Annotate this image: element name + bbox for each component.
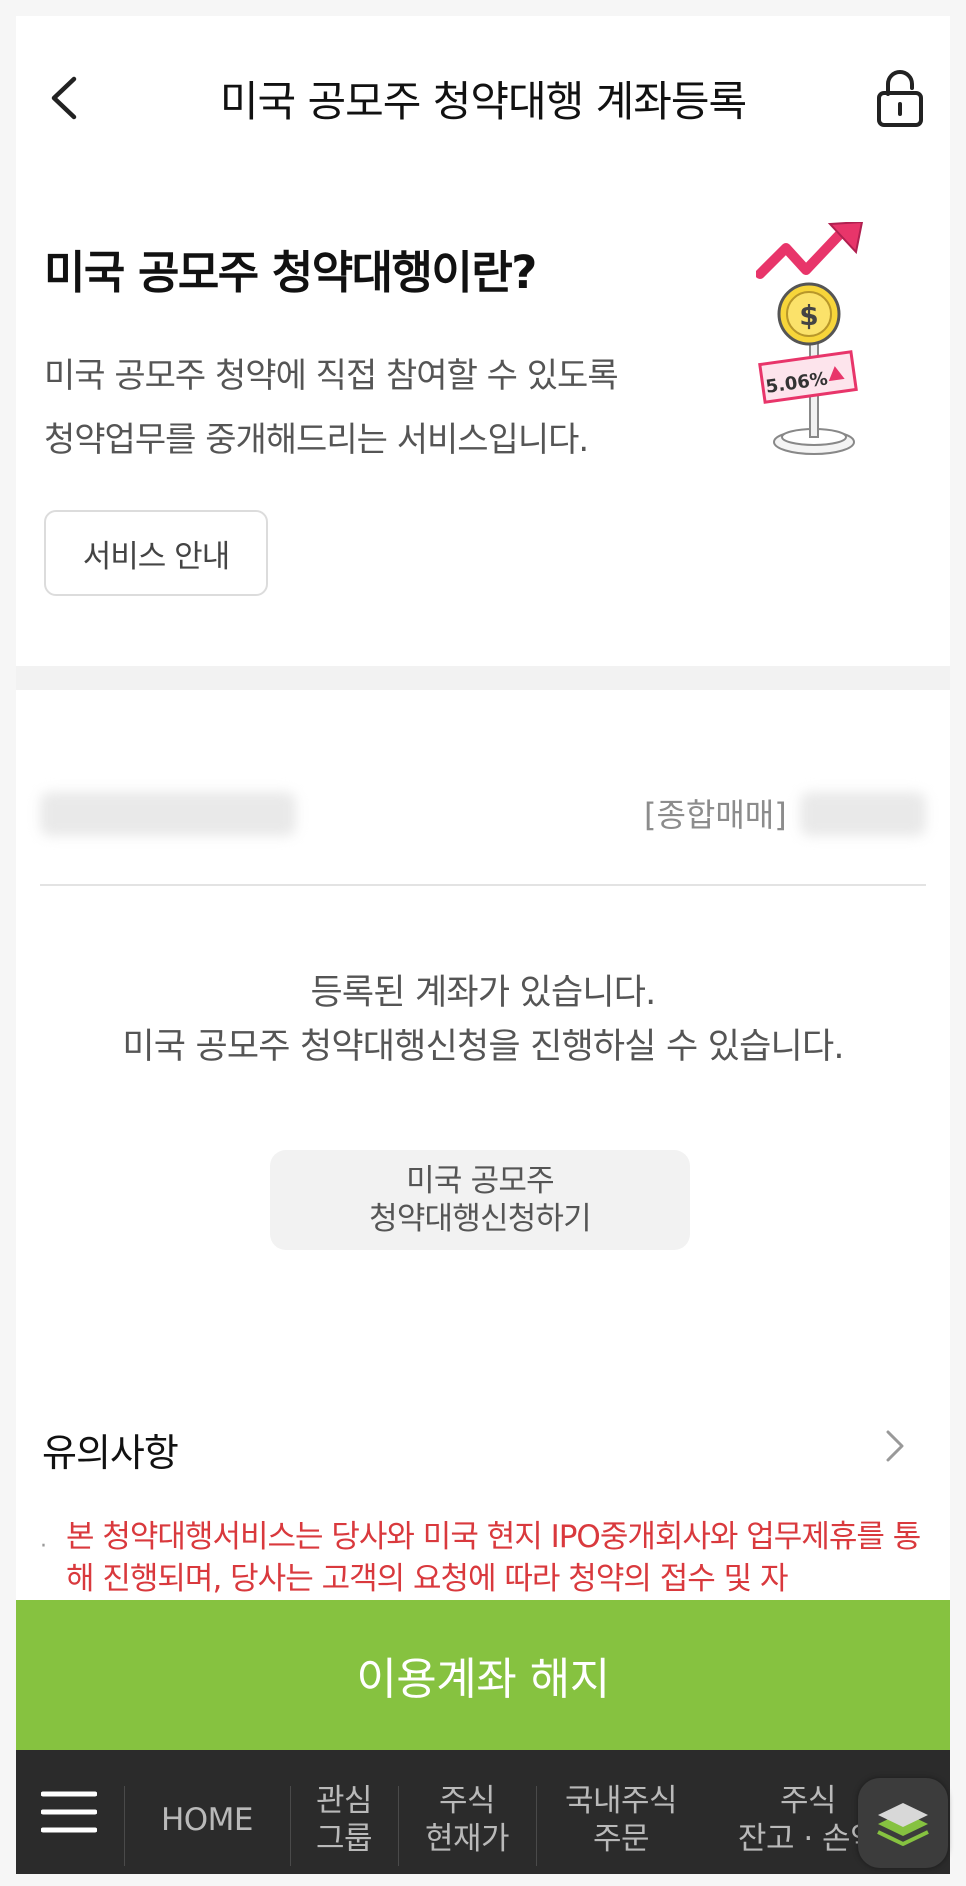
nav-separator [124,1786,125,1866]
page-title: 미국 공모주 청약대행 계좌등록 [219,77,747,126]
intro-title: 미국 공모주 청약대행이란? [44,246,537,299]
nav-item-label: 주문 [592,1821,650,1857]
masked-account-name [800,792,926,836]
frame-border-top [0,0,966,16]
nav-item-label: 주식 [779,1783,837,1819]
lock-icon [877,70,923,127]
notice-section-header[interactable]: 유의사항 [16,1410,950,1480]
apply-button-line: 청약대행신청하기 [369,1201,592,1237]
terminate-account-button[interactable]: 이용계좌 해지 [16,1600,950,1750]
section-divider [16,666,950,690]
nav-item-label: 관심 [315,1783,373,1819]
registered-account-row: [종합매매] [40,780,926,850]
chevron-right-icon [880,1426,910,1466]
layers-icon [877,1803,929,1846]
notice-body: · 본 청약대행서비스는 당사와 미국 현지 IPO중개회사와 업무제휴를 통해… [16,1516,950,1600]
frame-border-bottom [0,1874,966,1886]
notice-bullet: · [40,1534,47,1559]
account-type-label: [종합매매] [644,796,787,834]
frame-border-right [950,0,966,1886]
nav-separator [290,1786,291,1866]
registration-status-message: 등록된 계좌가 있습니다. 미국 공모주 청약대행신청을 진행하실 수 있습니다… [16,966,950,1074]
lock-button[interactable] [868,62,932,134]
nav-item-watchlist[interactable]: 관심 그룹 [292,1750,396,1874]
account-divider-line [40,884,926,886]
frame-border-left [0,0,16,1886]
layers-floating-button[interactable] [858,1778,948,1868]
app-screen: 미국 공모주 청약대행 계좌등록 미국 공모주 청약대행이란? 미국 공모주 청… [0,0,966,1886]
notice-title: 유의사항 [42,1431,179,1475]
bottom-navigation: HOME 관심 그룹 주식 현재가 국내주식 주문 주식 잔고 · 손익 [16,1750,950,1874]
apply-subscription-button[interactable]: 미국 공모주 청약대행신청하기 [270,1150,690,1250]
nav-item-stock-price[interactable]: 주식 현재가 [400,1750,534,1874]
nav-item-label: 주식 [438,1783,496,1819]
status-line: 미국 공모주 청약대행신청을 진행하실 수 있습니다. [122,1027,844,1067]
nav-separator [398,1786,399,1866]
service-intro-section: 미국 공모주 청약대행이란? 미국 공모주 청약에 직접 참여할 수 있도록 청… [16,166,950,666]
nav-item-label: 그룹 [315,1821,373,1857]
nav-item-label: HOME [160,1802,254,1838]
status-line: 등록된 계좌가 있습니다. [310,973,657,1013]
growth-coin-illustration: $ 5.06% [756,222,864,455]
nav-item-domestic-order[interactable]: 국내주식 주문 [538,1750,704,1874]
svg-text:$: $ [799,299,818,332]
apply-button-line: 미국 공모주 [406,1163,554,1199]
top-header: 미국 공모주 청약대행 계좌등록 [16,16,950,166]
nav-item-label: 국내주식 [564,1783,678,1819]
service-guide-button[interactable]: 서비스 안내 [44,510,268,596]
notice-text: 본 청약대행서비스는 당사와 미국 현지 IPO중개회사와 업무제휴를 통해 진… [66,1519,921,1597]
intro-description-line: 청약업무를 중개해드리는 서비스입니다. [44,420,589,460]
hamburger-menu-icon [41,1791,97,1833]
nav-item-label: 현재가 [424,1821,510,1857]
masked-account-number [40,792,296,836]
menu-button[interactable] [16,1750,122,1874]
nav-separator [536,1786,537,1866]
intro-description-line: 미국 공모주 청약에 직접 참여할 수 있도록 [44,356,619,396]
nav-item-home[interactable]: HOME [126,1750,288,1874]
intro-description: 미국 공모주 청약에 직접 참여할 수 있도록 청약업무를 중개해드리는 서비스… [44,344,684,472]
